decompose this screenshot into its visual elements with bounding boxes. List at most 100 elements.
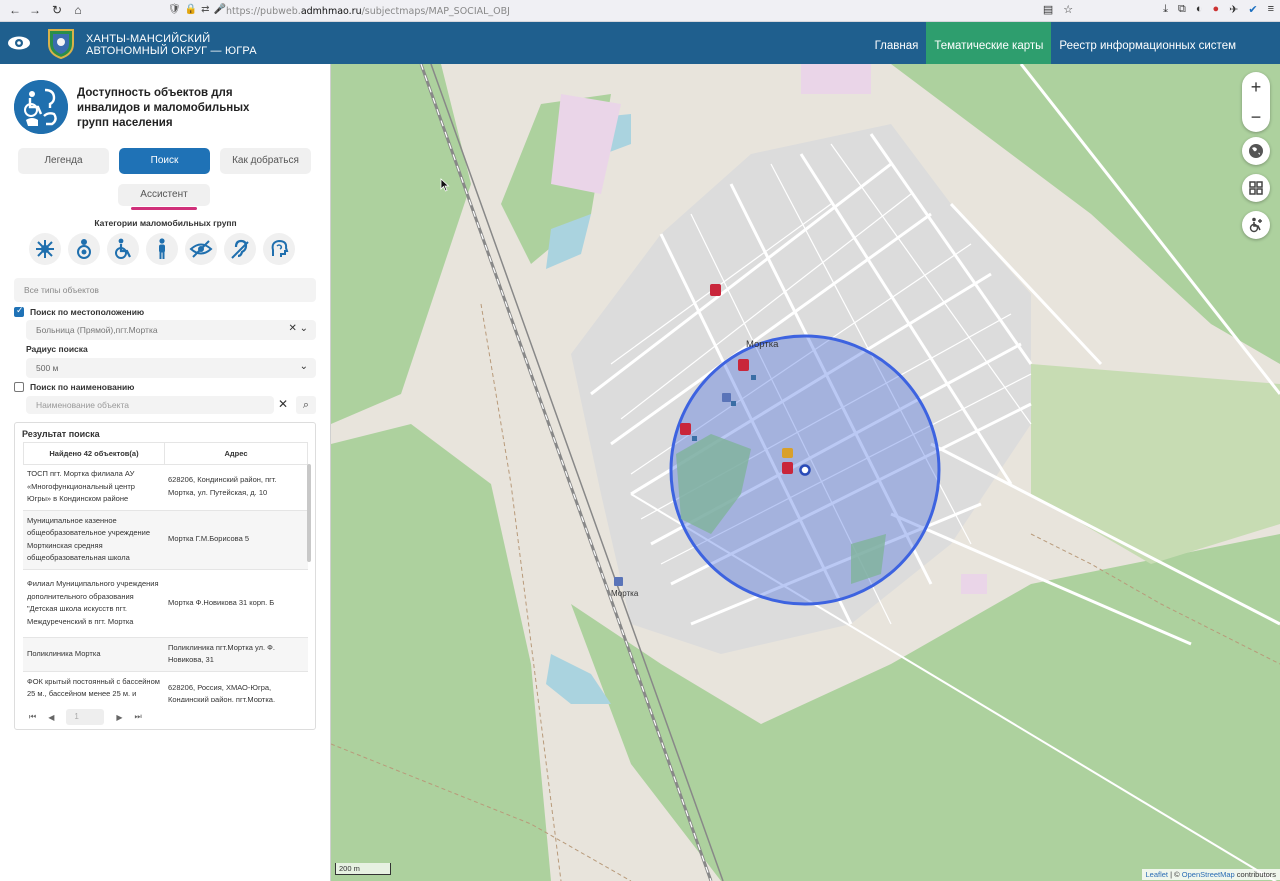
reload-icon[interactable]: ↻ [46, 3, 68, 17]
attrib-sep: | © [1168, 870, 1182, 879]
mental-disability-icon[interactable] [263, 233, 295, 265]
row-name: Поликлиника Мортка [23, 637, 164, 672]
results-table: ТОСП пгт. Мортка филиала АУ «Многофункци… [23, 464, 308, 702]
reader-icon[interactable]: ▤ [1043, 3, 1053, 16]
url-host: admhmao.ru [300, 5, 362, 17]
last-page-icon[interactable]: ⏭ [135, 712, 142, 722]
location-select[interactable]: Больница (Прямой),пгт.Мортка ✕ ⌄ [26, 320, 316, 340]
browser-toolbar: ← → ↻ ⌂ 🛡🔒⇄🎤 https://pubweb. admhmao.ru/s… [0, 0, 1280, 22]
pregnant-icon[interactable] [68, 233, 100, 265]
nav-home[interactable]: Главная [867, 22, 927, 64]
table-row[interactable]: Филиал Муниципального учреждения дополни… [23, 569, 308, 638]
col-found-header[interactable]: Найдено 42 объектов(а) [23, 442, 165, 465]
globe-icon[interactable] [1242, 137, 1270, 165]
station-label: Мортка [611, 589, 639, 598]
location-clear-and-chevron-icon[interactable]: ✕ ⌄ [288, 323, 308, 334]
site-title[interactable]: ХАНТЫ-МАНСИЙСКИЙ АВТОНОМНЫЙ ОКРУГ — ЮГРА [86, 33, 257, 57]
site-header: ХАНТЫ-МАНСИЙСКИЙ АВТОНОМНЫЙ ОКРУГ — ЮГРА… [0, 22, 1280, 64]
zoom-in-icon[interactable]: + [1242, 72, 1270, 102]
map-canvas[interactable] [331, 64, 1280, 881]
table-row[interactable]: ТОСП пгт. Мортка филиала АУ «Многофункци… [23, 464, 308, 511]
map-attribution: Leaflet | © OpenStreetMap contributors [1141, 869, 1280, 880]
categories-title: Категории маломобильных групп [94, 218, 237, 228]
tab-route[interactable]: Как добраться [220, 148, 311, 174]
accessibility-eye-icon[interactable] [6, 32, 32, 54]
osm-link[interactable]: OpenStreetMap [1182, 870, 1235, 879]
map-area[interactable]: Мортка Мортка + − 200 m Leaflet | © Open… [331, 64, 1280, 881]
addon2-icon[interactable]: ✈ [1229, 3, 1238, 16]
attrib-tail: contributors [1234, 870, 1276, 879]
layers-grid-icon[interactable] [1242, 174, 1270, 202]
mouse-cursor-icon [440, 178, 450, 192]
row-address: 628206, Кондинский район, пгт. Мортка, у… [164, 464, 308, 511]
bookmark-star-icon[interactable]: ☆ [1063, 3, 1073, 16]
elderly-icon[interactable] [146, 233, 178, 265]
name-input[interactable]: Наименование объекта [26, 396, 274, 414]
vpn-icon[interactable]: ✔ [1248, 3, 1257, 16]
location-value: Больница (Прямой),пгт.Мортка [36, 325, 158, 335]
next-page-icon[interactable]: ▶ [116, 713, 122, 722]
zoom-out-icon[interactable]: − [1242, 102, 1270, 132]
name-search-checkbox[interactable] [14, 382, 24, 392]
row-name: Муниципальное казенное общеобразовательн… [23, 510, 164, 570]
chevron-down-icon[interactable]: ⌄ [300, 361, 308, 372]
panel-title: Доступность объектов для инвалидов и мал… [77, 87, 250, 129]
row-name: ФОК крытый постоянный с бассейном 25 м.,… [23, 671, 164, 702]
radius-value: 500 м [36, 363, 59, 373]
tab-legend[interactable]: Легенда [18, 148, 109, 174]
url-proto: https://pubweb. [226, 5, 301, 17]
first-page-icon[interactable]: ⏮ [29, 712, 36, 722]
location-search-checkbox[interactable] [14, 305, 24, 317]
col-address-header[interactable]: Адрес [164, 442, 308, 465]
map-scale: 200 m [335, 863, 391, 875]
browser-actions: ▤ ☆ ⤓ ⧉ ◐ ● ✈ ✔ ≡ [1043, 3, 1274, 16]
assistant-underline [131, 207, 197, 210]
location-search-label: Поиск по местоположению [30, 307, 145, 317]
table-row[interactable]: Поликлиника Мортка Поликлиника пгт.Мортк… [23, 637, 308, 672]
snowflake-icon[interactable] [29, 233, 61, 265]
search-icon[interactable]: ⌕ [296, 396, 316, 414]
table-row[interactable]: ФОК крытый постоянный с бассейном 25 м.,… [23, 671, 308, 702]
accessibility-add-icon[interactable] [1242, 211, 1270, 239]
forward-icon[interactable]: → [24, 3, 46, 17]
clear-name-icon[interactable]: ✕ [278, 397, 288, 411]
row-name: ТОСП пгт. Мортка филиала АУ «Многофункци… [23, 464, 164, 511]
category-icons [29, 233, 295, 265]
back-icon[interactable]: ← [4, 3, 26, 17]
row-address: Поликлиника пгт.Мортка ул. Ф. Новикова, … [164, 637, 308, 672]
leaflet-link[interactable]: Leaflet [1146, 870, 1169, 879]
results-title: Результат поиска [22, 429, 100, 439]
hearing-impaired-icon[interactable] [224, 233, 256, 265]
tab-search[interactable]: Поиск [119, 148, 210, 174]
security-icons: 🛡🔒⇄🎤 [168, 4, 230, 15]
site-title-line2: АВТОНОМНЫЙ ОКРУГ — ЮГРА [86, 45, 257, 57]
row-address: 628206, Россия, ХМАО-Югра, Кондинский ра… [164, 671, 308, 702]
page-select[interactable]: 1 [66, 709, 105, 725]
extensions-icon[interactable]: ⧉ [1178, 3, 1186, 16]
table-row[interactable]: Муниципальное казенное общеобразовательн… [23, 510, 308, 570]
profile-icon[interactable]: ◐ [1196, 3, 1203, 16]
pagination: ⏮ ◀ 1 ▶ ⏭ [29, 709, 142, 725]
vision-impaired-icon[interactable] [185, 233, 217, 265]
download-icon[interactable]: ⤓ [1163, 3, 1168, 16]
nav-registry[interactable]: Реестр информационных систем [1051, 22, 1280, 64]
results-scrollbar[interactable] [307, 464, 311, 562]
nav-thematic-maps[interactable]: Тематические карты [926, 22, 1052, 64]
row-address: Мортка Г.М.Борисова 5 [164, 510, 308, 570]
prev-page-icon[interactable]: ◀ [48, 713, 54, 722]
object-types-select[interactable]: Все типы объектов [14, 278, 316, 302]
results-table-scroll[interactable]: ТОСП пгт. Мортка филиала АУ «Многофункци… [23, 464, 308, 702]
menu-icon[interactable]: ≡ [1268, 3, 1274, 16]
tab-assistant[interactable]: Ассистент [118, 184, 210, 206]
url-bar[interactable]: https://pubweb. admhmao.ru/subjectmaps/MA… [226, 3, 1116, 19]
wheelchair-icon[interactable] [107, 233, 139, 265]
results-header-table: Найдено 42 объектов(а) Адрес [23, 442, 308, 465]
url-path: /subjectmaps/MAP_SOCIAL_OBJ [361, 5, 510, 17]
addon-icon[interactable]: ● [1212, 3, 1219, 16]
search-panel: Доступность объектов для инвалидов и мал… [0, 64, 331, 881]
coat-of-arms-icon[interactable] [44, 26, 78, 60]
radius-select[interactable]: 500 м ⌄ [26, 358, 316, 378]
row-name: Филиал Муниципального учреждения дополни… [23, 569, 164, 638]
name-search-label: Поиск по наименованию [30, 382, 135, 392]
home-icon[interactable]: ⌂ [67, 3, 89, 17]
